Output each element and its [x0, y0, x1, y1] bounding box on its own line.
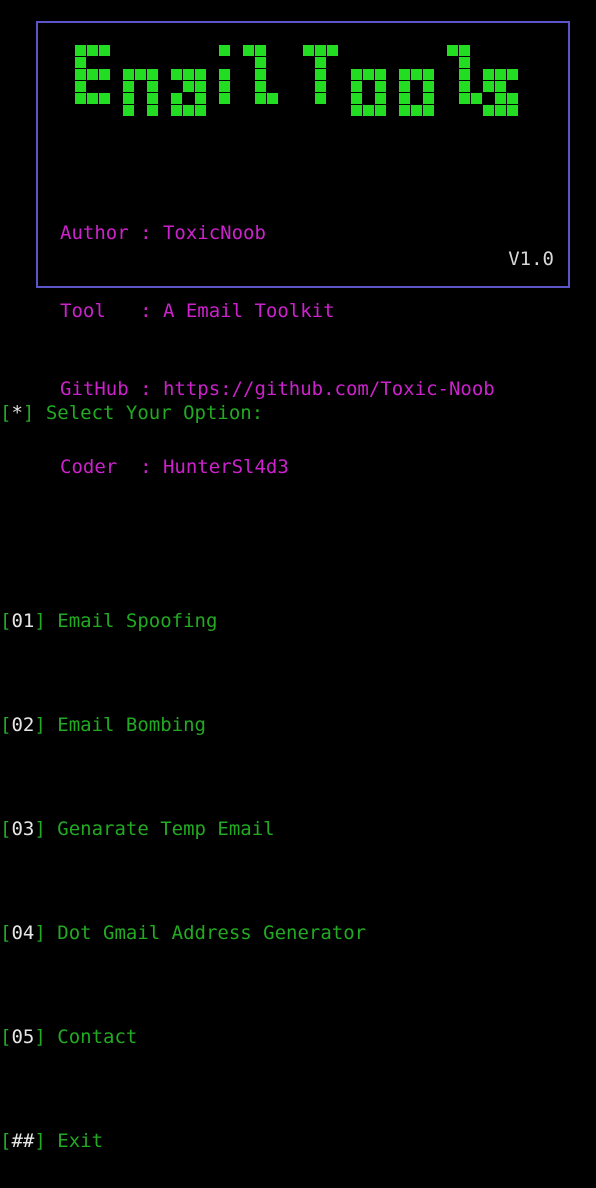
bracket-open: [	[0, 1026, 12, 1048]
bracket-close: ]	[34, 610, 46, 632]
info-key: Tool	[60, 300, 129, 322]
menu-item-label: Exit	[57, 1130, 104, 1152]
info-value: ToxicNoob	[162, 222, 266, 244]
select-option-label	[34, 402, 45, 424]
menu-item-number: ##	[11, 1130, 35, 1152]
info-row: Author : ToxicNoob	[60, 220, 495, 246]
menu-item-02[interactable]: [02] Email Bombing	[0, 712, 596, 738]
bracket-close: ]	[34, 714, 46, 736]
version-label: V1.0	[508, 248, 554, 270]
info-separator: :	[128, 300, 163, 322]
menu-item-number: 05	[11, 1026, 35, 1048]
bracket-open: [	[0, 818, 12, 840]
menu-item-number: 04	[11, 922, 35, 944]
bracket-close: ]	[34, 818, 46, 840]
bracket-close: ]	[34, 922, 46, 944]
console-output: [*] Select Your Option: [01] Email Spoof…	[0, 322, 596, 1188]
ascii-art-svg	[75, 45, 518, 116]
bracket-open: [	[0, 402, 12, 424]
menu-item-label: Dot Gmail Address Generator	[57, 922, 367, 944]
menu-item-label: Genarate Temp Email	[57, 818, 275, 840]
bracket-open: [	[0, 922, 12, 944]
menu-item-03[interactable]: [03] Genarate Temp Email	[0, 816, 596, 842]
banner-box: Author : ToxicNoob Tool : A Email Toolki…	[36, 21, 570, 478]
info-row: Tool : A Email Toolkit	[60, 298, 495, 324]
bracket-open: [	[0, 1130, 12, 1152]
bracket-open: [	[0, 610, 12, 632]
info-separator: :	[128, 222, 163, 244]
star-glyph-icon: *	[11, 402, 23, 424]
menu-item-number: 03	[11, 818, 35, 840]
menu-item-04[interactable]: [04] Dot Gmail Address Generator	[0, 920, 596, 946]
select-option-prompt: [*] Select Your Option:	[0, 400, 596, 426]
bracket-close: ]	[22, 402, 35, 424]
menu-item-label: Contact	[57, 1026, 138, 1048]
info-key: Author	[60, 222, 129, 244]
bracket-close: ]	[34, 1026, 46, 1048]
menu-item-01[interactable]: [01] Email Spoofing	[0, 608, 596, 634]
menu-item-number: 01	[11, 610, 35, 632]
ascii-art-banner	[38, 33, 568, 141]
bracket-close: ]	[34, 1130, 46, 1152]
select-option-text: Select Your Option:	[45, 402, 264, 424]
menu-item-label: Email Bombing	[57, 714, 206, 736]
menu-item-05[interactable]: [05] Contact	[0, 1024, 596, 1050]
info-value: A Email Toolkit	[162, 300, 335, 322]
menu-item-number: 02	[11, 714, 35, 736]
bracket-open: [	[0, 714, 12, 736]
menu-item-exit[interactable]: [##] Exit	[0, 1128, 596, 1154]
menu-item-label: Email Spoofing	[57, 610, 218, 632]
